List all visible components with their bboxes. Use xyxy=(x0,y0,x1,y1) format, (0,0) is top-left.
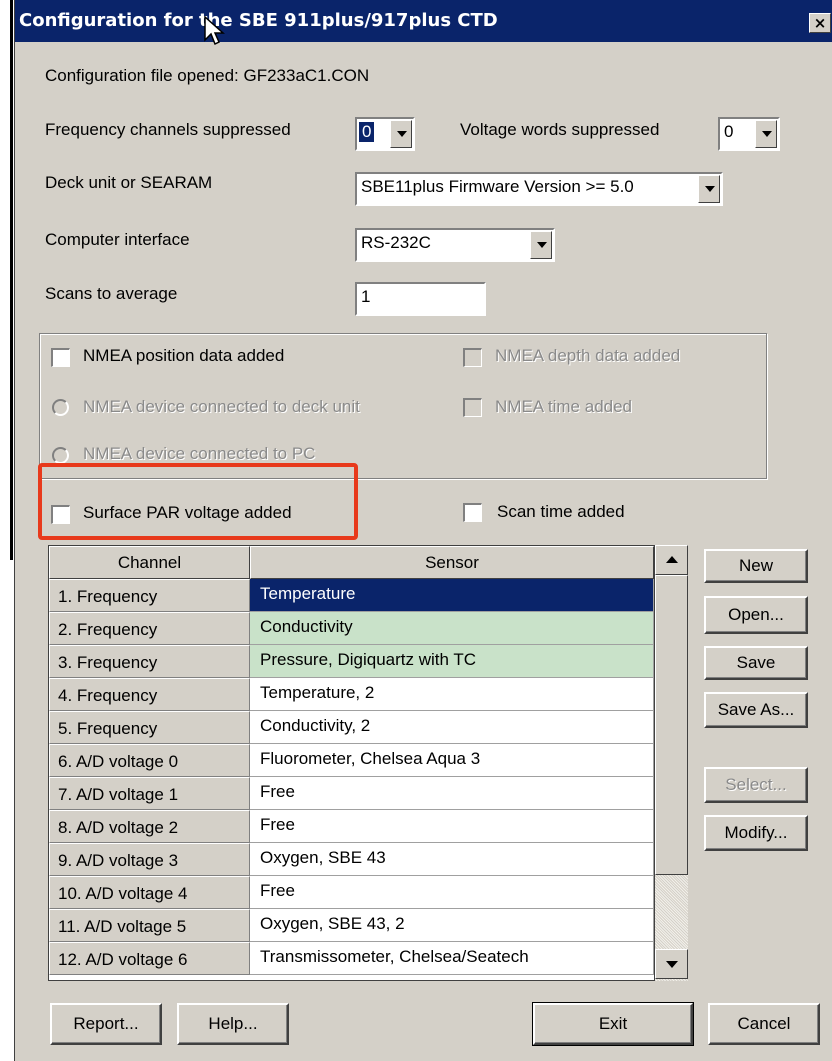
scans-input[interactable]: 1 xyxy=(355,282,486,316)
nmea-position-checkbox[interactable] xyxy=(51,348,70,367)
channel-cell: 10. A/D voltage 4 xyxy=(49,876,250,909)
scan-time-checkbox[interactable] xyxy=(463,503,482,522)
computer-interface-select[interactable]: RS-232C xyxy=(355,228,555,262)
freq-suppressed-select[interactable]: 0 xyxy=(355,117,415,151)
deck-unit-value: SBE11plus Firmware Version >= 5.0 xyxy=(361,177,634,196)
table-row[interactable]: 2. Frequency Conductivity xyxy=(49,612,654,645)
scroll-up-arrow-icon[interactable] xyxy=(655,545,688,575)
channel-cell: 9. A/D voltage 3 xyxy=(49,843,250,876)
column-header-channel[interactable]: Channel xyxy=(49,546,250,579)
config-file-label: Configuration file opened: GF233aC1.CON xyxy=(45,66,370,85)
close-button[interactable]: × xyxy=(809,13,831,33)
computer-interface-label: Computer interface xyxy=(45,230,190,249)
nmea-deck-unit-label: NMEA device connected to deck unit xyxy=(83,397,360,416)
sensor-cell[interactable]: Free xyxy=(250,777,654,810)
mouse-cursor-icon xyxy=(204,16,225,46)
scan-time-label: Scan time added xyxy=(497,502,625,521)
channel-cell: 12. A/D voltage 6 xyxy=(49,942,250,975)
column-header-sensor[interactable]: Sensor xyxy=(250,546,654,579)
chevron-down-icon[interactable] xyxy=(698,175,720,203)
sensor-cell[interactable]: Free xyxy=(250,810,654,843)
sensor-cell[interactable]: Oxygen, SBE 43, 2 xyxy=(250,909,654,942)
channel-cell: 4. Frequency xyxy=(49,678,250,711)
sensor-cell[interactable]: Temperature, 2 xyxy=(250,678,654,711)
sensor-cell[interactable]: Transmissometer, Chelsea/Seatech xyxy=(250,942,654,975)
channel-cell: 7. A/D voltage 1 xyxy=(49,777,250,810)
table-row[interactable]: 9. A/D voltage 3 Oxygen, SBE 43 xyxy=(49,843,654,876)
sensor-cell[interactable]: Fluorometer, Chelsea Aqua 3 xyxy=(250,744,654,777)
scans-value: 1 xyxy=(361,287,371,306)
modify-button[interactable]: Modify... xyxy=(704,815,808,851)
configuration-dialog: Configuration for the SBE 911plus/917plu… xyxy=(14,0,832,1061)
table-row[interactable]: 1. Frequency Temperature xyxy=(49,579,654,612)
chevron-down-icon[interactable] xyxy=(530,231,552,259)
chevron-down-icon[interactable] xyxy=(755,120,777,148)
annotation-highlight-box xyxy=(38,463,358,540)
nmea-depth-label: NMEA depth data added xyxy=(495,346,681,365)
table-row[interactable]: 3. Frequency Pressure, Digiquartz with T… xyxy=(49,645,654,678)
open-button[interactable]: Open... xyxy=(704,596,808,634)
table-scrollbar[interactable] xyxy=(655,545,688,981)
freq-suppressed-value: 0 xyxy=(359,122,375,142)
new-button[interactable]: New xyxy=(704,549,808,583)
volt-suppressed-value: 0 xyxy=(724,122,734,141)
channel-cell: 8. A/D voltage 2 xyxy=(49,810,250,843)
channel-cell: 1. Frequency xyxy=(49,579,250,612)
save-button[interactable]: Save xyxy=(704,646,808,680)
title-bar[interactable]: Configuration for the SBE 911plus/917plu… xyxy=(15,0,832,46)
save-as-button[interactable]: Save As... xyxy=(704,692,808,728)
scroll-thumb[interactable] xyxy=(655,575,688,875)
scans-label: Scans to average xyxy=(45,284,178,303)
table-row[interactable]: 10. A/D voltage 4 Free xyxy=(49,876,654,909)
channel-sensor-table: Channel Sensor 1. Frequency Temperature … xyxy=(48,545,655,981)
chevron-down-icon[interactable] xyxy=(390,120,412,148)
exit-button[interactable]: Exit xyxy=(532,1002,694,1046)
freq-suppressed-label: Frequency channels suppressed xyxy=(45,120,291,139)
sensor-cell[interactable]: Free xyxy=(250,876,654,909)
volt-suppressed-select[interactable]: 0 xyxy=(718,117,780,151)
table-row[interactable]: 11. A/D voltage 5 Oxygen, SBE 43, 2 xyxy=(49,909,654,942)
scroll-down-arrow-icon[interactable] xyxy=(655,949,688,979)
report-button[interactable]: Report... xyxy=(50,1003,162,1045)
nmea-time-checkbox[interactable] xyxy=(463,398,482,417)
channel-cell: 6. A/D voltage 0 xyxy=(49,744,250,777)
nmea-pc-label: NMEA device connected to PC xyxy=(83,444,316,463)
sensor-cell[interactable]: Conductivity xyxy=(250,612,654,645)
table-row[interactable]: 12. A/D voltage 6 Transmissometer, Chels… xyxy=(49,942,654,975)
cancel-button[interactable]: Cancel xyxy=(708,1003,820,1045)
sensor-cell[interactable]: Conductivity, 2 xyxy=(250,711,654,744)
channel-cell: 2. Frequency xyxy=(49,612,250,645)
nmea-depth-checkbox[interactable] xyxy=(463,348,482,367)
sensor-cell[interactable]: Temperature xyxy=(250,579,654,612)
help-button[interactable]: Help... xyxy=(177,1003,289,1045)
table-row[interactable]: 6. A/D voltage 0 Fluorometer, Chelsea Aq… xyxy=(49,744,654,777)
nmea-position-label: NMEA position data added xyxy=(83,346,285,365)
sensor-cell[interactable]: Pressure, Digiquartz with TC xyxy=(250,645,654,678)
volt-suppressed-label: Voltage words suppressed xyxy=(460,120,660,139)
select-button[interactable]: Select... xyxy=(704,767,808,803)
computer-interface-value: RS-232C xyxy=(361,233,431,252)
deck-unit-label: Deck unit or SEARAM xyxy=(45,173,213,192)
nmea-deck-unit-radio[interactable] xyxy=(52,399,69,416)
table-row[interactable]: 4. Frequency Temperature, 2 xyxy=(49,678,654,711)
sensor-cell[interactable]: Oxygen, SBE 43 xyxy=(250,843,654,876)
nmea-pc-radio[interactable] xyxy=(52,447,69,464)
background-window-border xyxy=(10,0,13,560)
table-row[interactable]: 5. Frequency Conductivity, 2 xyxy=(49,711,654,744)
window-title: Configuration for the SBE 911plus/917plu… xyxy=(19,10,498,31)
channel-cell: 5. Frequency xyxy=(49,711,250,744)
table-row[interactable]: 7. A/D voltage 1 Free xyxy=(49,777,654,810)
channel-cell: 3. Frequency xyxy=(49,645,250,678)
table-row[interactable]: 8. A/D voltage 2 Free xyxy=(49,810,654,843)
channel-cell: 11. A/D voltage 5 xyxy=(49,909,250,942)
nmea-time-label: NMEA time added xyxy=(495,397,633,416)
deck-unit-select[interactable]: SBE11plus Firmware Version >= 5.0 xyxy=(355,172,723,206)
